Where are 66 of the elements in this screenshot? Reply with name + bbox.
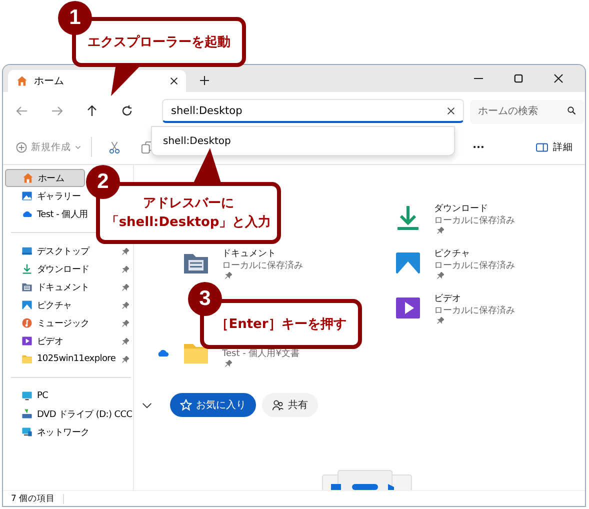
filter-tab[interactable]: 共有 xyxy=(262,393,318,417)
address-field[interactable]: shell:Desktop xyxy=(162,99,464,123)
folder-location: ローカルに保存済み xyxy=(434,215,515,227)
new-tab-icon[interactable] xyxy=(200,76,209,85)
network-icon xyxy=(21,426,33,438)
folder-location: ローカルに保存済み xyxy=(434,260,515,272)
callout-text: アドレスバーに xyxy=(143,195,234,213)
people-icon xyxy=(272,399,284,411)
close-icon[interactable] xyxy=(554,74,563,83)
sidebar-item[interactable]: ピクチャ xyxy=(5,296,129,314)
home-icon xyxy=(22,172,34,184)
close-tab-icon[interactable] xyxy=(170,77,178,85)
status-text: 7 個の項目 xyxy=(11,492,56,504)
video-icon xyxy=(21,335,33,347)
tab[interactable]: ホーム xyxy=(8,70,186,92)
folder-location: ローカルに保存済み xyxy=(222,260,303,272)
search-icon[interactable] xyxy=(567,106,576,115)
more-icon[interactable] xyxy=(473,145,484,149)
home-icon xyxy=(16,75,28,87)
folder-name[interactable]: ピクチャ xyxy=(434,248,515,260)
sidebar-item[interactable]: デスクトップ xyxy=(5,242,129,260)
cut-icon[interactable] xyxy=(108,140,121,154)
folder-name[interactable]: ダウンロード xyxy=(434,203,515,215)
details-pane-icon xyxy=(536,142,548,152)
back-icon[interactable] xyxy=(16,105,28,117)
sidebar-item[interactable]: ホーム xyxy=(5,169,85,187)
music-icon xyxy=(21,317,33,329)
forward-icon[interactable] xyxy=(51,105,63,117)
suggestion-item[interactable]: shell:Desktop xyxy=(152,136,231,146)
document-folder-icon xyxy=(21,281,33,293)
callout-text: 「shell:Desktop」と入力 xyxy=(106,214,272,232)
sidebar-item[interactable]: ダウンロード xyxy=(5,260,129,278)
monitor-icon xyxy=(21,390,33,402)
new-button[interactable]: 新規作成 xyxy=(16,140,81,154)
download-icon xyxy=(21,263,33,275)
folder-icon xyxy=(21,353,33,365)
sidebar-item[interactable]: ネットワーク xyxy=(5,423,129,441)
sidebar-item[interactable]: 1025win11explore xyxy=(5,350,129,368)
star-icon xyxy=(180,399,192,411)
plus-icon xyxy=(16,142,27,152)
picture-icon xyxy=(21,299,33,311)
sidebar-item[interactable]: PC xyxy=(5,387,129,405)
callout-text: エクスプローラーを起動 xyxy=(88,34,230,52)
drive-icon xyxy=(21,408,33,420)
folder-name[interactable]: ドキュメント xyxy=(222,248,303,260)
chevron-down-icon[interactable] xyxy=(142,402,152,408)
maximize-icon[interactable] xyxy=(514,74,523,83)
sidebar-item[interactable]: ミュージック xyxy=(5,314,129,332)
folder-location: Test - 個人用¥文書 xyxy=(222,348,300,360)
chevron-down-icon xyxy=(75,144,81,150)
sidebar-item[interactable]: ドキュメント xyxy=(5,278,129,296)
desktop-icon xyxy=(21,245,33,257)
sidebar-item[interactable]: ギャラリー xyxy=(5,187,85,205)
folder-location: ローカルに保存済み xyxy=(434,305,515,317)
up-icon[interactable] xyxy=(86,105,98,117)
refresh-icon[interactable] xyxy=(121,105,133,117)
callout-text: ［Enter］キーを押す xyxy=(216,316,346,334)
clear-icon[interactable] xyxy=(447,106,455,114)
sidebar-item[interactable]: ビデオ xyxy=(5,332,129,350)
filter-tab[interactable]: お気に入り xyxy=(170,393,256,417)
step-number: 1 xyxy=(58,1,92,35)
gallery-icon xyxy=(21,190,33,202)
sidebar-item[interactable]: Test - 個人用 xyxy=(5,205,85,223)
search-field[interactable]: ホームの検索 xyxy=(470,100,584,124)
folder-name[interactable]: ビデオ xyxy=(434,293,515,305)
details-button[interactable]: 詳細 xyxy=(536,140,573,154)
